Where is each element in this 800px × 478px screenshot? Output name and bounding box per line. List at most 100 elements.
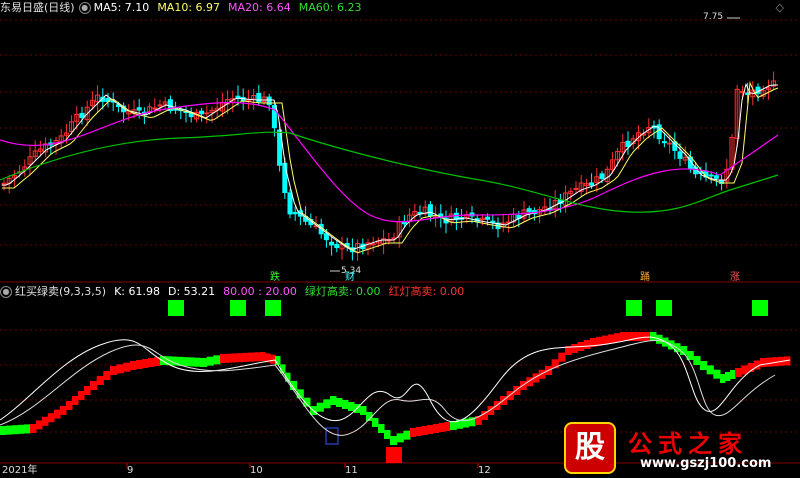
ma20-value: MA20: 6.64 <box>228 1 291 14</box>
indicator-step <box>571 344 578 353</box>
indicator-step <box>103 371 111 380</box>
indicator-title: 红买绿卖(9,3,3,5) <box>15 285 107 298</box>
candle-body <box>282 162 288 194</box>
red-signal-square <box>386 447 402 463</box>
candle-body <box>713 175 719 179</box>
indicator-step <box>225 353 232 363</box>
indicator-step <box>421 426 428 435</box>
indicator-step <box>741 365 748 375</box>
indicator-step <box>558 352 566 362</box>
indicator-step <box>0 426 7 435</box>
candle-body <box>136 107 142 111</box>
price-panel-header: 东易日盛(日线) ● MA5: 7.10 MA10: 6.97 MA20: 6.64 MA… <box>0 0 369 16</box>
indicator-step <box>242 352 250 362</box>
indicator-step <box>54 409 61 419</box>
diamond-icon[interactable]: ◇ <box>776 1 784 14</box>
indicator-step <box>396 433 404 443</box>
signal-label-2: 财 <box>345 272 355 283</box>
indicator-step <box>188 357 195 367</box>
indicator-step <box>348 402 355 411</box>
k-value: K: 61.98 <box>114 285 160 298</box>
indicator-step <box>766 357 773 367</box>
indicator-step <box>220 354 227 363</box>
watermark: 股 公式之家 www.gszj100.com <box>560 422 800 478</box>
indicator-step <box>200 358 208 367</box>
candle-body <box>152 107 158 110</box>
indicator-step <box>18 424 25 434</box>
levels-value: 80.00 : 20.00 <box>223 285 297 298</box>
indicator-step <box>700 361 708 370</box>
high-price-label: 7.75 <box>703 12 724 22</box>
candle-body <box>589 182 595 186</box>
indicator-step <box>608 334 615 344</box>
indicator-step <box>342 400 349 409</box>
stock-chart-window: 东易日盛(日线) ● MA5: 7.10 MA10: 6.97 MA20: 6.64 MA… <box>0 0 800 478</box>
candle-body <box>329 241 335 246</box>
indicator-step <box>427 425 434 434</box>
x-label-10: 10 <box>250 465 263 476</box>
candle-body <box>79 112 85 119</box>
ma60-value: MA60: 6.23 <box>298 1 362 14</box>
indicator-step <box>444 422 451 431</box>
indicator-step <box>48 413 55 423</box>
watermark-url: www.gszj100.com <box>640 456 772 471</box>
indicator-step <box>725 372 731 381</box>
signal-label-4: 涨 <box>730 272 740 283</box>
indicator-step <box>130 361 137 370</box>
indicator-step <box>378 424 385 433</box>
indicator-step <box>123 362 131 372</box>
candle-body <box>526 208 532 213</box>
indicator-circle-icon[interactable]: ● <box>0 286 12 298</box>
ma10-value: MA10: 6.97 <box>157 1 221 14</box>
signal-label-3: 踊 <box>640 272 650 283</box>
candle-body <box>599 173 605 180</box>
indicator-step <box>450 421 457 430</box>
green-signal-square <box>168 300 184 316</box>
indicator-step <box>12 425 19 435</box>
indicator-step <box>213 355 221 365</box>
indicator-step <box>403 430 411 440</box>
settings-circle-icon[interactable]: ● <box>78 2 91 14</box>
indicator-step <box>231 353 238 363</box>
indicator-step <box>693 356 701 365</box>
indicator-step <box>142 359 149 368</box>
watermark-title: 公式之家 <box>628 430 748 458</box>
red-sell-value: 红灯高卖: 0.00 <box>388 285 465 298</box>
candle-body <box>427 204 433 217</box>
indicator-step <box>36 420 43 430</box>
indicator-step <box>614 333 621 343</box>
signal-label-1: 跌 <box>270 272 280 283</box>
candle-body <box>401 221 407 225</box>
indicator-step <box>713 369 721 379</box>
candle-body <box>199 110 205 115</box>
candle-body <box>157 104 163 107</box>
indicator-step <box>30 424 37 433</box>
indicator-step <box>432 424 440 433</box>
indicator-step <box>644 332 651 341</box>
indicator-step <box>336 398 343 407</box>
candle-body <box>667 142 673 145</box>
indicator-step <box>194 357 201 367</box>
indicator-step <box>110 366 118 375</box>
indicator-step <box>390 436 398 445</box>
chart-title: 东易日盛(日线) <box>0 1 75 14</box>
indicator-step <box>415 427 422 436</box>
indicator-step <box>182 357 190 367</box>
indicator-step <box>372 418 379 427</box>
indicator-step <box>237 353 244 363</box>
indicator-step <box>720 374 726 383</box>
indicator-step <box>148 358 155 367</box>
indicator-step <box>330 396 337 405</box>
indicator-step <box>323 399 331 409</box>
indicator-step <box>24 424 31 434</box>
candle-body <box>485 216 491 220</box>
candle-body <box>625 140 631 147</box>
candle-body <box>661 141 667 144</box>
candle-body <box>708 174 714 177</box>
indicator-step <box>84 386 91 395</box>
green-sell-value: 绿灯高卖: 0.00 <box>304 285 381 298</box>
indicator-step <box>410 428 417 437</box>
indicator-step <box>438 423 445 432</box>
chart-canvas[interactable] <box>0 0 800 478</box>
indicator-step <box>90 381 98 390</box>
